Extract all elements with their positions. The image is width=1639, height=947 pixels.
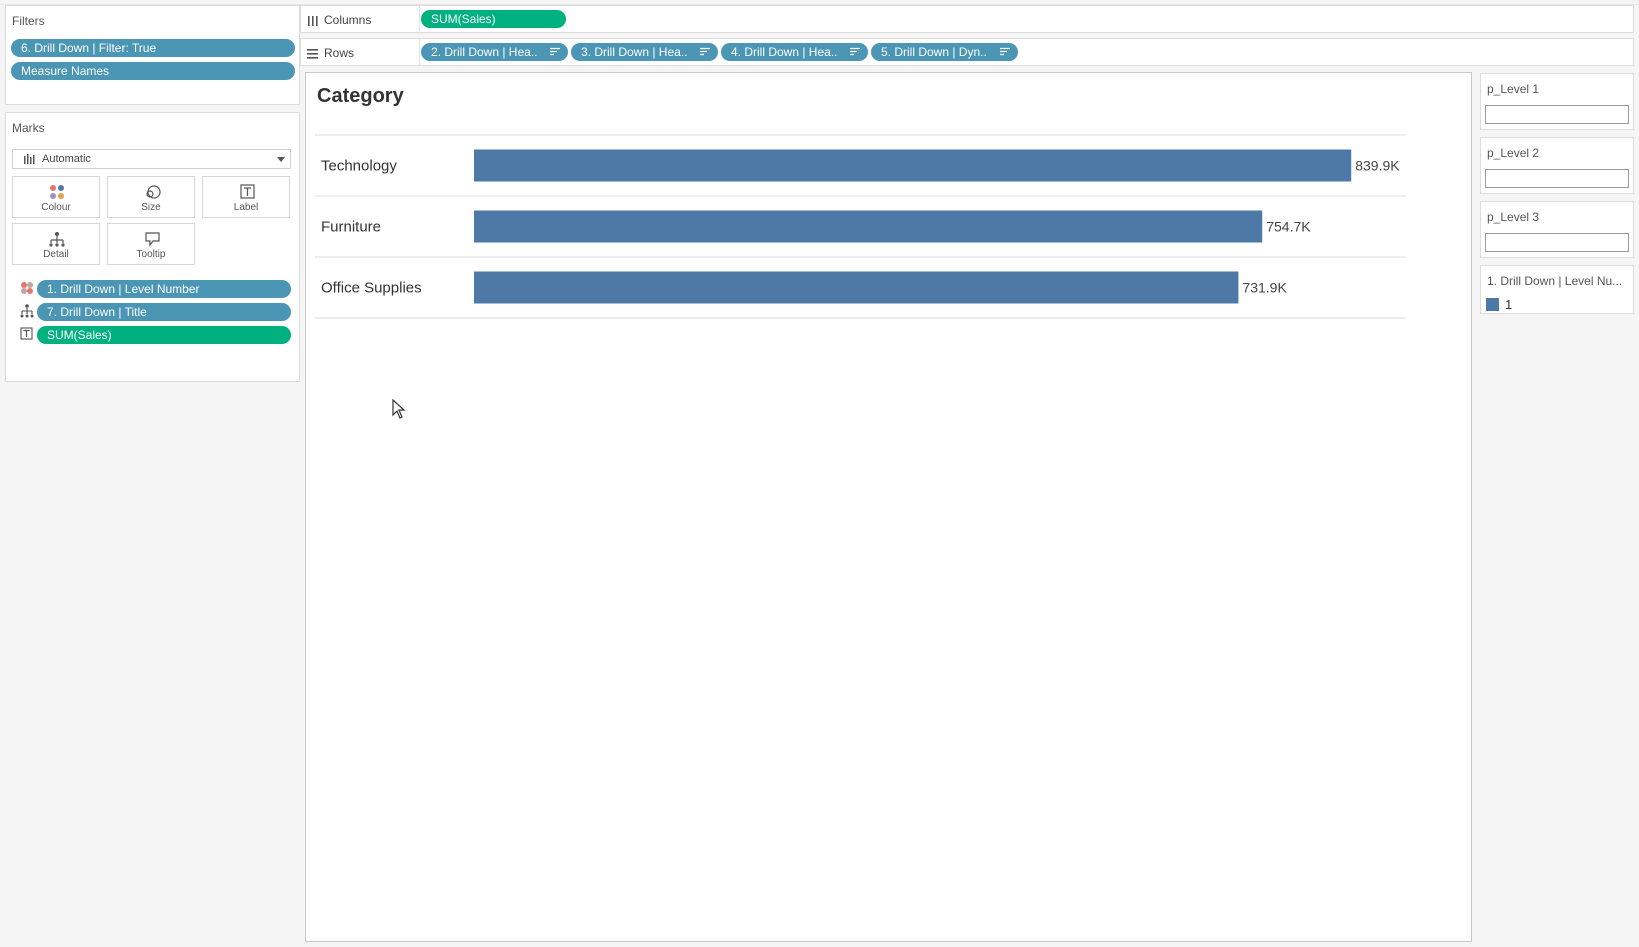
marks-title: Marks <box>12 121 45 135</box>
rows-pill-text: 3. Drill Down | Hea.. <box>581 45 688 59</box>
mark-type-value: Automatic <box>42 153 91 165</box>
tooltip-label: Tooltip <box>136 249 166 260</box>
columns-shelf: Columns SUM(Sales) <box>300 5 1634 33</box>
columns-label-text: Columns <box>324 13 372 27</box>
mouse-cursor-icon <box>392 399 406 419</box>
bar[interactable] <box>474 210 1263 243</box>
bar-value-label: 731.9K <box>1242 280 1287 296</box>
colour-field-icon <box>21 282 33 294</box>
sort-descending-icon <box>700 47 710 56</box>
columns-pill-sum-sales[interactable]: SUM(Sales) <box>421 10 566 28</box>
filter-pill-drill-down-filter[interactable]: 6. Drill Down | Filter: True <box>11 39 295 57</box>
tooltip-icon <box>145 232 160 247</box>
colour-label: Colour <box>41 202 71 213</box>
text-label-icon <box>240 184 255 199</box>
rows-label-text: Rows <box>324 46 355 60</box>
bar-chart: Category Technology 839.9K Furniture 754.7K… <box>315 85 1406 319</box>
worksheet-view[interactable]: Category Technology 839.9K Furniture 754.7K… <box>305 72 1472 942</box>
parameter-input-p-level-2[interactable] <box>1485 169 1629 188</box>
detail-label: Detail <box>43 249 69 260</box>
rows-shelf: Rows 2. Drill Down | Hea.. 3. Drill Down… <box>300 38 1634 66</box>
parameter-p-level-2: p_Level 2 <box>1480 137 1634 194</box>
label-label: Label <box>233 202 259 213</box>
rows-shelf-divider <box>419 39 420 65</box>
rows-pill-text: 5. Drill Down | Dyn.. <box>881 45 987 59</box>
rows-icon <box>307 49 318 59</box>
bar-value-label: 754.7K <box>1266 219 1311 235</box>
size-label: Size <box>141 202 161 213</box>
parameter-input-p-level-1[interactable] <box>1485 105 1629 124</box>
sort-descending-icon <box>1000 47 1010 56</box>
rows-pill-drill-down-2[interactable]: 2. Drill Down | Hea.. <box>421 43 568 61</box>
parameter-input-p-level-3[interactable] <box>1485 233 1629 252</box>
rows-pill-text: 4. Drill Down | Hea.. <box>731 45 838 59</box>
detail-button[interactable]: Detail <box>12 223 100 265</box>
bar-value-label: 839.9K <box>1355 158 1400 174</box>
bar-chart-icon <box>24 154 35 164</box>
detail-field-icon <box>20 304 34 318</box>
filters-title: Filters <box>12 14 45 28</box>
colour-icon <box>50 185 64 199</box>
tooltip-button[interactable]: Tooltip <box>107 223 195 265</box>
category-label: Technology <box>321 158 397 175</box>
bar[interactable] <box>474 149 1352 182</box>
label-field-icon <box>20 327 33 340</box>
rows-shelf-label: Rows <box>307 46 354 60</box>
bar[interactable] <box>474 271 1239 304</box>
rows-pill-drill-down-3[interactable]: 3. Drill Down | Hea.. <box>571 43 718 61</box>
rows-pill-drill-down-5[interactable]: 5. Drill Down | Dyn.. <box>871 43 1018 61</box>
filters-panel: Filters 6. Drill Down | Filter: True Mea… <box>5 5 300 105</box>
chevron-down-icon <box>277 157 285 162</box>
category-label: Furniture <box>321 219 381 236</box>
sort-descending-icon <box>550 47 560 56</box>
detail-icon <box>49 232 65 247</box>
columns-shelf-divider <box>419 6 420 32</box>
marks-field-title[interactable]: 7. Drill Down | Title <box>37 303 291 321</box>
filter-pill-measure-names[interactable]: Measure Names <box>11 62 295 80</box>
colour-legend: 1. Drill Down | Level Nu... 1 <box>1480 265 1634 314</box>
columns-shelf-label: Columns <box>307 13 371 27</box>
parameter-title: p_Level 2 <box>1487 146 1540 160</box>
marks-field-level-number[interactable]: 1. Drill Down | Level Number <box>37 280 291 298</box>
sort-descending-icon <box>850 47 860 56</box>
rows-pill-text: 2. Drill Down | Hea.. <box>431 45 538 59</box>
parameter-title: p_Level 1 <box>1487 82 1540 96</box>
category-label: Office Supplies <box>321 280 422 297</box>
legend-item-label[interactable]: 1 <box>1505 297 1512 312</box>
columns-icon <box>308 16 318 26</box>
label-button[interactable]: Label <box>202 176 290 218</box>
category-header: Category <box>317 85 405 107</box>
colour-button[interactable]: Colour <box>12 176 100 218</box>
legend-swatch <box>1486 298 1499 311</box>
parameter-title: p_Level 3 <box>1487 210 1540 224</box>
mark-type-dropdown[interactable]: Automatic <box>12 149 291 169</box>
legend-title: 1. Drill Down | Level Nu... <box>1487 274 1623 288</box>
parameter-p-level-1: p_Level 1 <box>1480 73 1634 130</box>
parameter-p-level-3: p_Level 3 <box>1480 201 1634 258</box>
size-icon <box>146 185 161 199</box>
size-button[interactable]: Size <box>107 176 195 218</box>
marks-panel: Marks Automatic Colour Size Label Detail <box>5 112 300 382</box>
marks-field-sum-sales[interactable]: SUM(Sales) <box>37 326 291 344</box>
rows-pill-drill-down-4[interactable]: 4. Drill Down | Hea.. <box>721 43 868 61</box>
